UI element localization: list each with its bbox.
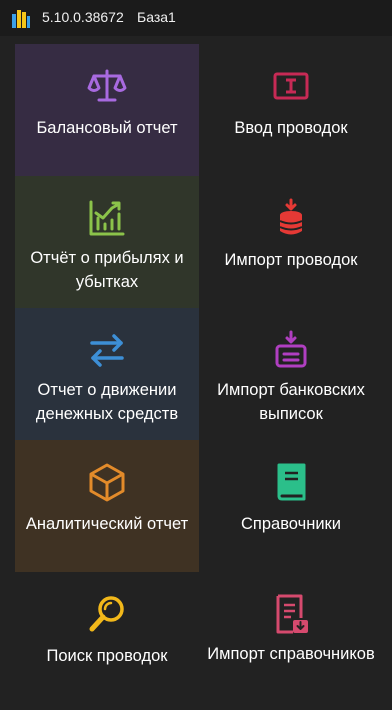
tray-import-icon <box>275 330 307 368</box>
magnifier-icon <box>89 596 124 632</box>
tile-label: Импорт банковских выписок <box>217 381 365 423</box>
app-version: 5.10.0.38672 <box>42 9 124 25</box>
tile-entry-input[interactable]: Ввод проводок <box>199 44 383 176</box>
chart-growth-icon <box>89 200 125 236</box>
tile-cashflow-report[interactable]: Отчет о движении денежных средств <box>15 308 199 440</box>
tile-import-entries[interactable]: Импорт проводок <box>199 176 383 308</box>
tile-label: Поиск проводок <box>46 647 168 665</box>
tile-import-reference-books[interactable]: Импорт справочников <box>199 572 383 704</box>
tile-label: Отчёт о прибылях и убытках <box>30 249 184 291</box>
tile-label: Отчет о движении денежных средств <box>35 381 179 423</box>
app-logo-icon <box>12 10 30 28</box>
database-name: База1 <box>137 9 176 25</box>
tile-search-entries[interactable]: Поиск проводок <box>15 572 199 704</box>
tile-label: Импорт проводок <box>224 251 358 269</box>
tile-label: Балансовый отчет <box>36 119 178 137</box>
document-import-icon <box>276 594 308 634</box>
book-icon <box>277 463 306 501</box>
tile-profit-loss-report[interactable]: Отчёт о прибылях и убытках <box>15 176 199 308</box>
arrows-exchange-icon <box>90 334 124 367</box>
title-bar: 5.10.0.38672 База1 <box>0 0 392 36</box>
tile-balance-report[interactable]: Балансовый отчет <box>15 44 199 176</box>
tile-label: Импорт справочников <box>207 645 375 663</box>
tile-reference-books[interactable]: Справочники <box>199 440 383 572</box>
tile-label: Аналитический отчет <box>25 515 189 533</box>
text-input-icon <box>273 72 309 100</box>
tile-label: Ввод проводок <box>234 119 348 137</box>
cube-icon <box>89 463 125 502</box>
scales-icon <box>87 69 127 102</box>
database-import-icon <box>279 198 303 235</box>
tile-label: Справочники <box>241 515 341 533</box>
tile-analytic-report[interactable]: Аналитический отчет <box>15 440 199 572</box>
tile-import-bank-statements[interactable]: Импорт банковских выписок <box>199 308 383 440</box>
